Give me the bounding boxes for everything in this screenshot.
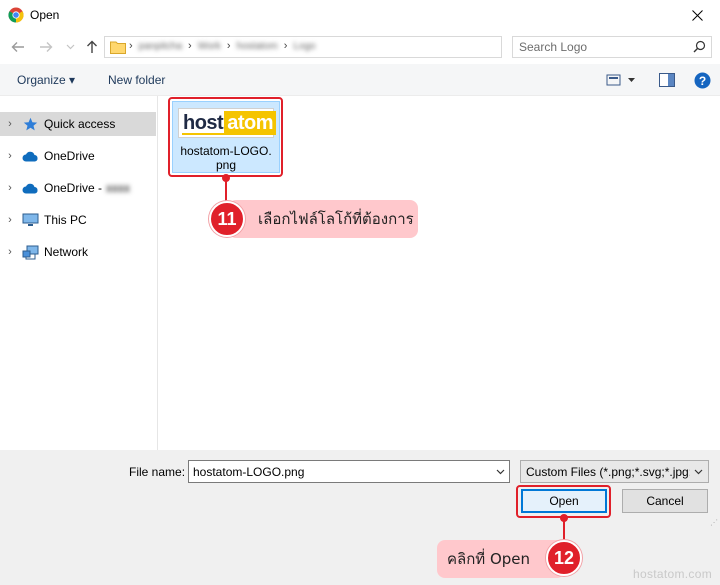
file-name-input[interactable] — [193, 464, 483, 480]
sidebar-item-onedrive-business[interactable]: › OneDrive - xxxx — [0, 176, 156, 200]
new-folder-button[interactable]: New folder — [108, 73, 165, 87]
pc-icon — [20, 212, 40, 228]
redacted-account-name: xxxx — [106, 181, 131, 195]
callout-text-step-11: เลือกไฟล์โลโก้ที่ต้องการ — [258, 210, 414, 228]
file-type-select[interactable]: Custom Files (*.png;*.svg;*.jpg; — [520, 460, 709, 483]
sidebar-item-quick-access[interactable]: › Quick access — [0, 112, 156, 136]
preview-pane-button[interactable] — [657, 71, 677, 89]
help-icon: ? — [694, 72, 710, 88]
star-icon — [20, 116, 40, 132]
chrome-icon — [8, 7, 24, 23]
chevron-right-icon[interactable]: › — [0, 182, 20, 194]
help-button[interactable]: ? — [692, 71, 712, 89]
search-icon — [693, 40, 706, 56]
file-type-value: Custom Files (*.png;*.svg;*.jpg; — [526, 465, 690, 479]
sidebar-item-label: OneDrive - — [44, 181, 103, 195]
callout-text-step-12: คลิกที่ Open — [447, 550, 531, 568]
highlight-box-step-11 — [168, 97, 283, 177]
sidebar-item-this-pc[interactable]: › This PC — [0, 208, 156, 232]
preview-pane-icon — [659, 73, 675, 87]
back-button[interactable] — [10, 39, 26, 55]
chevron-right-icon[interactable]: › — [0, 118, 20, 130]
breadcrumb-item[interactable]: Logo — [293, 41, 315, 52]
chevron-right-icon[interactable]: › — [0, 214, 20, 226]
svg-text:?: ? — [698, 74, 705, 88]
connector-dot-step-11 — [222, 174, 230, 182]
file-name-dropdown[interactable] — [493, 464, 507, 480]
close-icon — [691, 9, 703, 21]
organize-menu[interactable]: Organize ▾ — [17, 73, 75, 87]
cancel-button[interactable]: Cancel — [622, 489, 708, 513]
view-options-icon — [606, 74, 635, 86]
callout-step-11: เลือกไฟล์โลโก้ที่ต้องการ — [228, 200, 418, 238]
cloud-icon — [20, 148, 40, 164]
close-button[interactable] — [674, 0, 720, 30]
sidebar-item-label: OneDrive — [44, 149, 95, 163]
command-toolbar: Organize ▾ New folder ? — [0, 64, 720, 96]
file-name-combobox[interactable] — [188, 460, 510, 483]
breadcrumb-item[interactable]: hostatom — [237, 41, 278, 52]
recent-locations-button[interactable] — [62, 39, 78, 55]
chevron-right-icon[interactable]: › — [0, 246, 20, 258]
arrow-left-icon — [11, 42, 24, 52]
path-breadcrumb[interactable]: › panpitcha › Work › hostatom › Logo — [104, 36, 600, 58]
chevron-down-icon — [496, 469, 504, 475]
window-title: Open — [30, 8, 60, 22]
network-icon — [20, 244, 40, 260]
arrow-right-icon — [40, 42, 53, 52]
chevron-down-icon — [691, 464, 705, 480]
chevron-right-icon: › — [283, 40, 288, 52]
sidebar-item-label: This PC — [44, 213, 87, 227]
breadcrumb-item[interactable]: panpitcha — [139, 41, 182, 52]
navigation-pane: › Quick access › OneDrive › OneDrive - x… — [0, 96, 158, 450]
chevron-right-icon[interactable]: › — [0, 150, 20, 162]
search-input[interactable] — [519, 39, 689, 55]
chevron-right-icon: › — [129, 40, 133, 52]
forward-button[interactable] — [38, 39, 54, 55]
chevron-right-icon: › — [188, 40, 192, 52]
step-badge-11: 11 — [209, 201, 245, 237]
sidebar-item-onedrive[interactable]: › OneDrive — [0, 144, 156, 168]
step-badge-12: 12 — [546, 540, 582, 576]
search-box[interactable] — [512, 36, 712, 58]
sidebar-item-network[interactable]: › Network — [0, 240, 156, 264]
arrow-up-icon — [87, 40, 97, 53]
change-view-button[interactable] — [604, 71, 638, 89]
file-name-label: File name: — [129, 465, 186, 479]
breadcrumb: › panpitcha › Work › hostatom › Logo — [129, 40, 316, 52]
cloud-icon — [20, 180, 40, 196]
chevron-right-icon: › — [226, 40, 231, 52]
sidebar-item-label: Network — [44, 245, 89, 259]
resize-grip-icon[interactable]: ⋰ — [710, 518, 718, 527]
connector-dot-step-12 — [560, 514, 568, 522]
chevron-down-icon — [66, 44, 74, 50]
sidebar-item-label: Quick access — [44, 117, 116, 131]
folder-icon — [110, 40, 126, 57]
title-bar: Open — [0, 0, 720, 30]
breadcrumb-item[interactable]: Work — [198, 41, 221, 52]
watermark: hostatom.com — [633, 567, 712, 581]
up-button[interactable] — [84, 39, 100, 55]
